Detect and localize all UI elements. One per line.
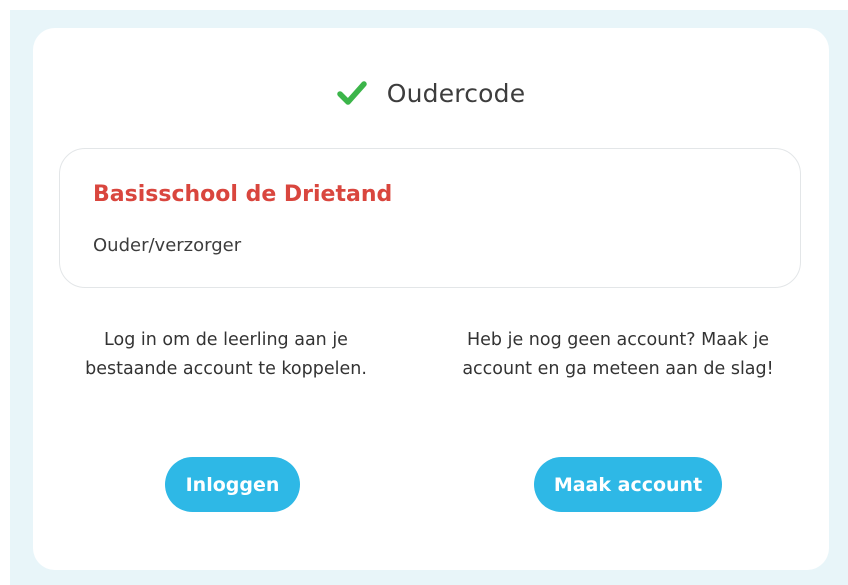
login-description: Log in om de leerling aan je bestaande a… xyxy=(85,330,367,379)
create-account-description: Heb je nog geen account? Maak je account… xyxy=(462,330,774,379)
check-icon xyxy=(336,81,367,105)
card-header: Oudercode xyxy=(33,72,829,114)
create-account-section: Heb je nog geen account? Maak je account… xyxy=(443,326,793,512)
school-name: Basisschool de Drietand xyxy=(93,182,393,207)
school-info-box: Basisschool de Drietand Ouder/verzorger xyxy=(59,148,801,288)
user-role: Ouder/verzorger xyxy=(93,235,242,256)
login-button[interactable]: Inloggen xyxy=(165,457,300,512)
login-section: Log in om de leerling aan je bestaande a… xyxy=(51,326,401,512)
page-title: Oudercode xyxy=(386,78,526,108)
parent-code-card: Oudercode Basisschool de Drietand Ouder/… xyxy=(33,28,829,570)
create-account-button[interactable]: Maak account xyxy=(534,457,722,512)
